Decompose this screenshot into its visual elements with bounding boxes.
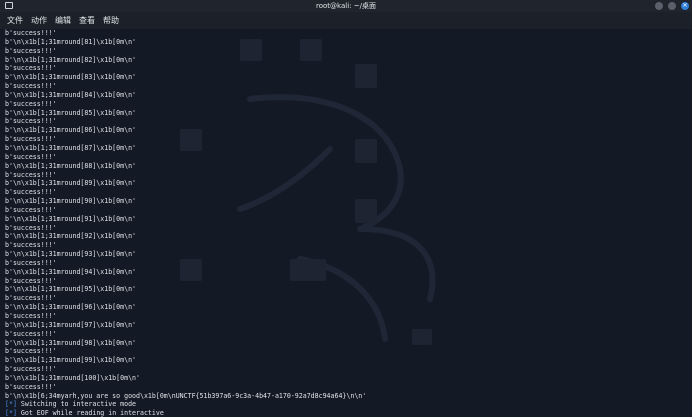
terminal-status-line: [*] Got EOF while reading in interactive — [5, 409, 689, 417]
terminal-line: b'\n\x1b[1;31mround[83]\x1b[0m\n' — [5, 73, 137, 82]
window-title: root@kali: ~/桌面 — [316, 2, 376, 10]
menu-file[interactable]: 文件 — [7, 12, 23, 29]
terminal-line: b'\n\x1b[1;31mround[85]\x1b[0m\n' — [5, 108, 137, 117]
menu-edit[interactable]: 编辑 — [55, 12, 71, 29]
terminal-line: b'success!!!' — [5, 46, 57, 55]
terminal-line: b'\n\x1b[1;31mround[98]\x1b[0m\n' — [5, 338, 137, 347]
terminal-line: b'success!!!' — [5, 241, 57, 250]
menu-help[interactable]: 帮助 — [103, 12, 119, 29]
terminal-line: b'\n\x1b[1;31mround[81]\x1b[0m\n' — [5, 37, 137, 46]
terminal-status-line: [*] Switching to interactive mode — [5, 400, 689, 409]
terminal-line: b'success!!!' — [5, 99, 57, 108]
terminal-line: b'success!!!' — [5, 312, 57, 320]
terminal-line: b'\n\x1b[1;31mround[93]\x1b[0m\n' — [5, 250, 137, 259]
terminal-line: b'success!!!' — [5, 82, 57, 91]
terminal-lines: b'success!!!' b'\n\x1b[1;31mround[81]\x1b… — [5, 29, 689, 417]
status-marker: [*] — [5, 400, 17, 409]
terminal-line: b'\n\x1b[1;31mround[96]\x1b[0m\n' — [5, 303, 137, 312]
terminal-line: b'\n\x1b[1;31mround[89]\x1b[0m\n' — [5, 179, 137, 188]
terminal-line: b'\n\x1b[1;31mround[92]\x1b[0m\n' — [5, 232, 137, 241]
terminal-line: b'success!!!' — [5, 382, 57, 391]
terminal-line: b'success!!!' — [5, 223, 57, 232]
menu-actions[interactable]: 动作 — [31, 12, 47, 29]
terminal-line: b'success!!!' — [5, 29, 57, 37]
terminal-line: b'success!!!' — [5, 329, 57, 338]
terminal-line: b'\n\x1b[1;31mround[90]\x1b[0m\n' — [5, 197, 137, 206]
status-marker: [*] — [5, 409, 17, 417]
terminal-line: b'success!!!' — [5, 347, 57, 356]
menu-bar: 文件 动作 编辑 查看 帮助 — [0, 12, 692, 29]
terminal-line: b'success!!!' — [5, 135, 57, 144]
terminal-line: b'\n\x1b[1;31mround[91]\x1b[0m\n' — [5, 214, 137, 223]
terminal-line: b'success!!!' — [5, 365, 57, 374]
terminal-line: b'\n\x1b[1;31mround[86]\x1b[0m\n' — [5, 126, 137, 135]
terminal-line: b'\n\x1b[1;31mround[97]\x1b[0m\n' — [5, 320, 137, 329]
terminal-line: b'success!!!' — [5, 258, 57, 267]
terminal-line: b'success!!!' — [5, 205, 57, 214]
terminal-line: b'\n\x1b[1;31mround[94]\x1b[0m\n' — [5, 267, 137, 276]
minimize-icon[interactable] — [655, 2, 663, 10]
terminal-line: b'success!!!' — [5, 276, 57, 285]
terminal-line: b'success!!!' — [5, 64, 57, 73]
status-text: Got EOF while reading in interactive — [16, 409, 164, 417]
close-icon[interactable]: ✕ — [681, 2, 689, 10]
terminal-line: b'\n\x1b[1;31mround[99]\x1b[0m\n' — [5, 356, 137, 365]
terminal-line: b'\n\x1b[1;31mround[84]\x1b[0m\n' — [5, 90, 137, 99]
terminal-line: b'success!!!' — [5, 294, 57, 303]
terminal-line: b'success!!!' — [5, 170, 57, 179]
title-bar: root@kali: ~/桌面 ✕ — [0, 0, 692, 12]
terminal-line: b'\n\x1b[6;34myarh,you are so good\x1b[0… — [5, 391, 367, 400]
terminal-line: b'\n\x1b[1;31mround[100]\x1b[0m\n' — [5, 373, 140, 382]
terminal-line: b'\n\x1b[1;31mround[88]\x1b[0m\n' — [5, 161, 137, 170]
terminal-line: b'\n\x1b[1;31mround[87]\x1b[0m\n' — [5, 143, 137, 152]
terminal-output[interactable]: b'success!!!' b'\n\x1b[1;31mround[81]\x1b… — [0, 29, 692, 417]
terminal-line: b'success!!!' — [5, 188, 57, 197]
terminal-line: b'success!!!' — [5, 152, 57, 161]
terminal-line: b'\n\x1b[1;31mround[95]\x1b[0m\n' — [5, 285, 137, 294]
status-text: Switching to interactive mode — [16, 400, 137, 409]
maximize-icon[interactable] — [668, 2, 676, 10]
terminal-line: b'\n\x1b[1;31mround[82]\x1b[0m\n' — [5, 55, 137, 64]
terminal-line: b'success!!!' — [5, 117, 57, 126]
menu-view[interactable]: 查看 — [79, 12, 95, 29]
